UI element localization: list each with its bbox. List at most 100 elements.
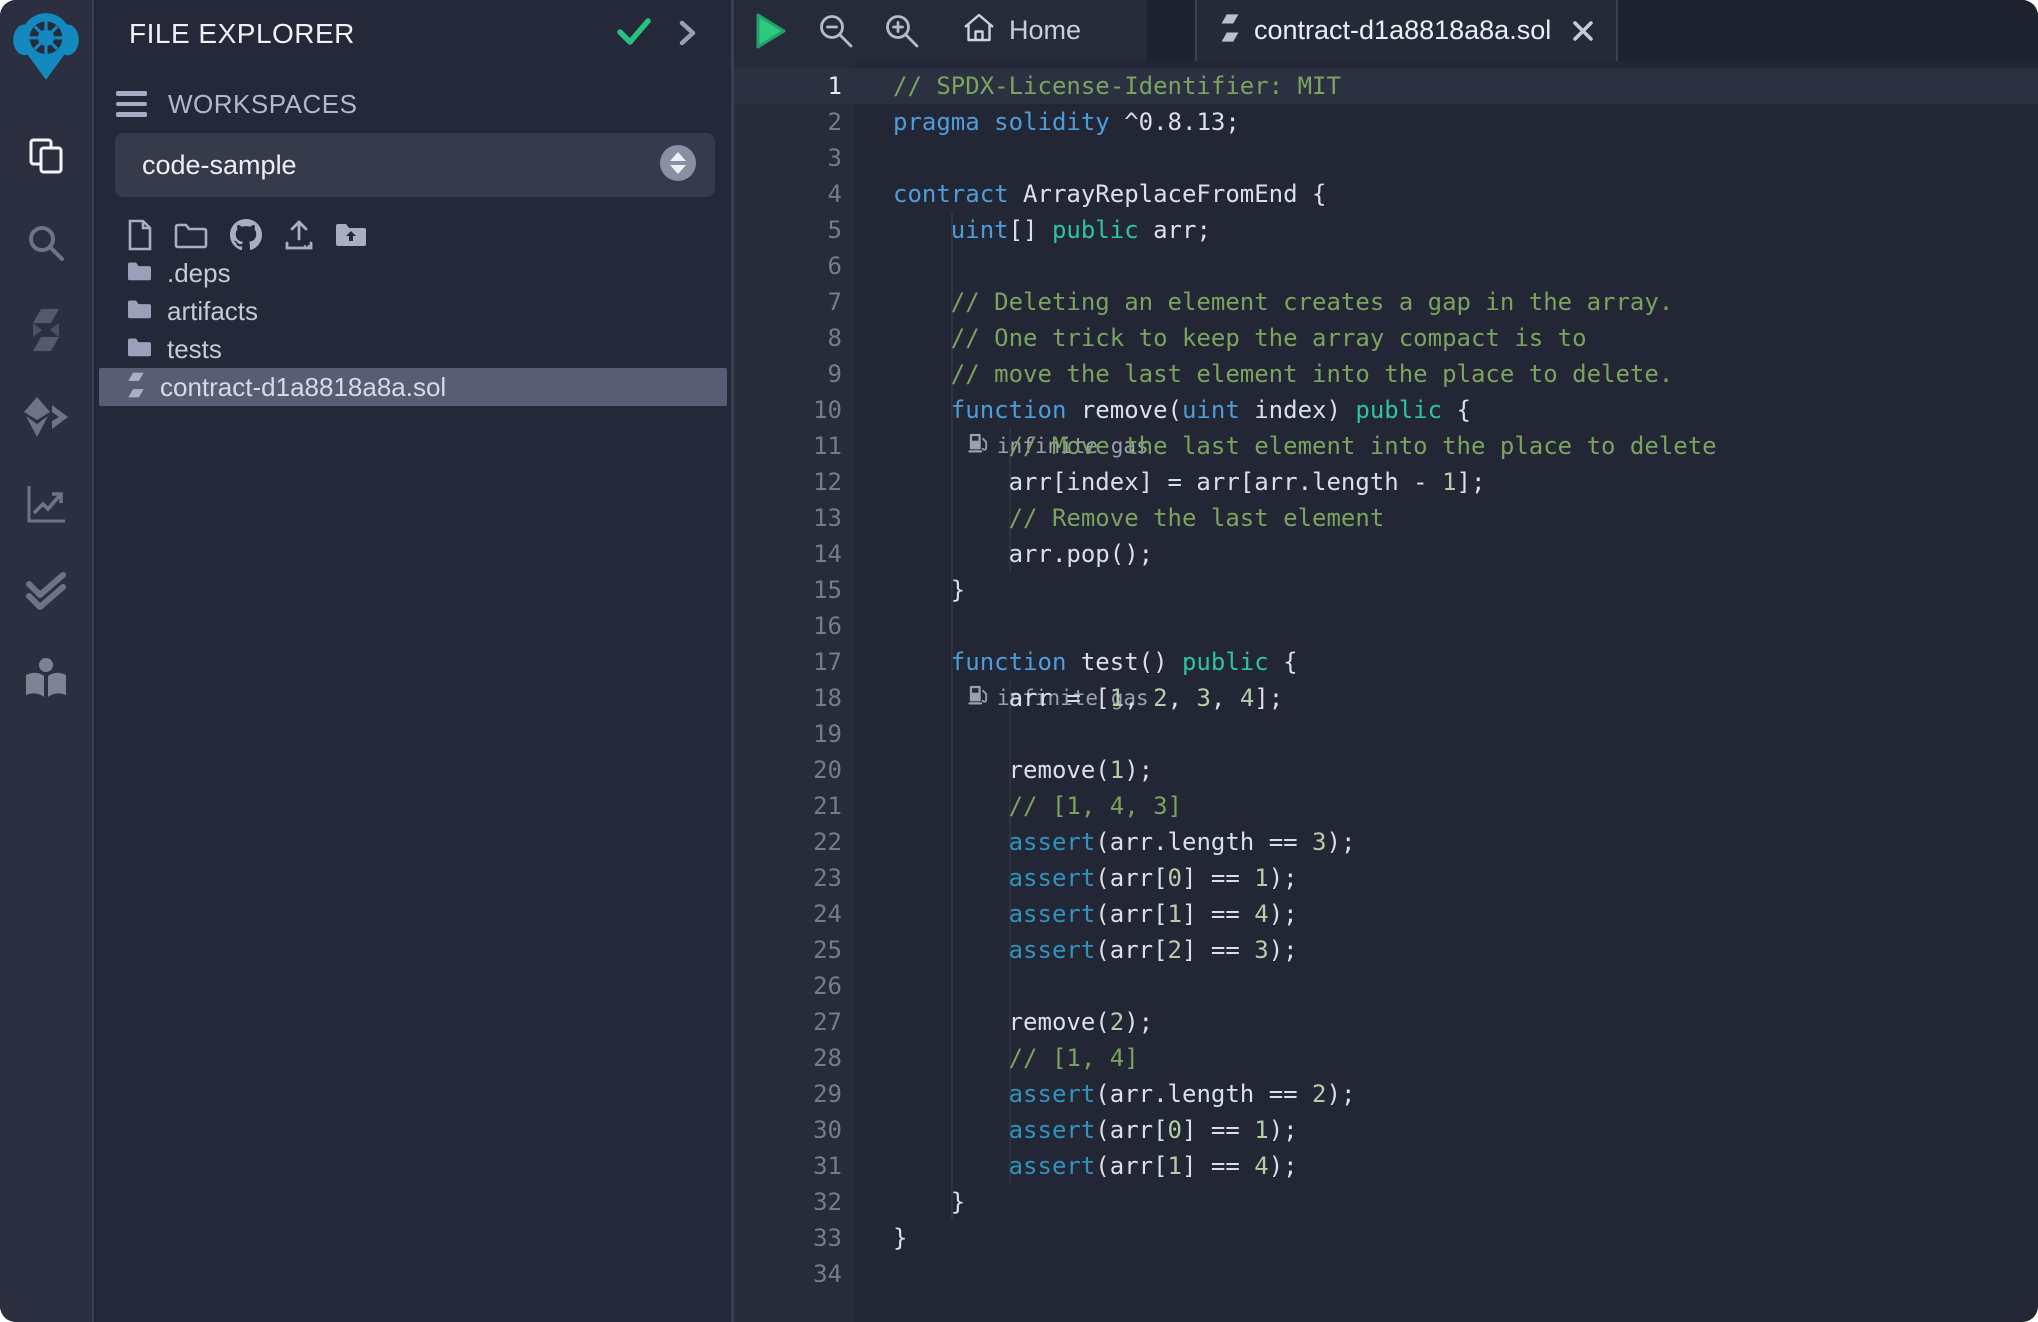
file-row-selected[interactable]: contract-d1a8818a8a.sol [99, 368, 727, 406]
sidebar-item-deploy-and-run[interactable] [0, 390, 93, 448]
line-number: 7 [734, 284, 855, 320]
ethereum-deploy-icon [24, 397, 68, 442]
code-line[interactable]: 5 uint[] public arr; [734, 212, 2038, 248]
code-line[interactable]: 12 arr[index] = arr[arr.length - 1]; [734, 464, 2038, 500]
github-clone-icon[interactable] [229, 218, 263, 256]
code-editor[interactable]: 1// SPDX-License-Identifier: MIT2pragma … [734, 61, 2038, 1322]
code-line-text [855, 716, 893, 752]
code-line-text: assert(arr[1] == 4); [855, 1148, 1298, 1184]
code-line-text: // SPDX-License-Identifier: MIT [855, 68, 1341, 104]
code-line-text: contract ArrayReplaceFromEnd { [855, 176, 1326, 212]
sidebar-item-search[interactable] [0, 216, 93, 274]
code-line[interactable]: 27 remove(2); [734, 1004, 2038, 1040]
folder-row[interactable]: .deps [96, 254, 731, 292]
panel-title: FILE EXPLORER [129, 18, 355, 50]
workspaces-menu-icon[interactable] [116, 91, 147, 117]
code-line[interactable]: 11 // Move the last element into the pla… [734, 428, 2038, 464]
line-number: 8 [734, 320, 855, 356]
code-line-text [855, 608, 893, 644]
solidity-file-icon [1219, 13, 1241, 48]
select-toggle-icon [659, 144, 697, 187]
code-line[interactable]: 30 assert(arr[0] == 1); [734, 1112, 2038, 1148]
code-line[interactable]: 2pragma solidity ^0.8.13; [734, 104, 2038, 140]
code-line-text: // move the last element into the place … [855, 356, 1673, 392]
remix-ide-window: FILE EXPLORER WORKSPACES code-sample [0, 0, 2038, 1322]
code-line-text: // Remove the last element [855, 500, 1384, 536]
code-line[interactable]: 16 [734, 608, 2038, 644]
code-line[interactable]: 28 // [1, 4] [734, 1040, 2038, 1076]
code-line[interactable]: 6 [734, 248, 2038, 284]
create-file-icon[interactable] [127, 219, 153, 256]
line-number: 13 [734, 500, 855, 536]
zoom-in-button[interactable] [884, 13, 920, 49]
code-line[interactable]: 10 function remove(uint index) public { … [734, 392, 2038, 428]
code-line[interactable]: 3 [734, 140, 2038, 176]
code-line-text: } [855, 1184, 965, 1220]
sidebar-item-file-explorer[interactable] [0, 129, 93, 187]
code-line[interactable]: 19 [734, 716, 2038, 752]
sidebar-item-solidity-unit-testing[interactable] [0, 564, 93, 622]
line-number: 18 [734, 680, 855, 716]
line-number: 10 [734, 392, 855, 428]
code-line[interactable]: 4contract ArrayReplaceFromEnd { [734, 176, 2038, 212]
line-number: 34 [734, 1256, 855, 1292]
active-tab-label: contract-d1a8818a8a.sol [1254, 15, 1551, 46]
line-number: 31 [734, 1148, 855, 1184]
code-line[interactable]: 26 [734, 968, 2038, 1004]
code-line[interactable]: 14 arr.pop(); [734, 536, 2038, 572]
book-reader-icon [24, 658, 68, 703]
workspace-select[interactable]: code-sample [115, 133, 715, 197]
upload-folder-icon[interactable] [335, 221, 367, 253]
remix-logo-icon[interactable] [13, 6, 79, 93]
upload-file-icon[interactable] [284, 219, 314, 256]
sidebar-item-solidity-compiler[interactable] [0, 303, 93, 361]
folder-row[interactable]: artifacts [96, 292, 731, 330]
code-line[interactable]: 8 // One trick to keep the array compact… [734, 320, 2038, 356]
code-line[interactable]: 13 // Remove the last element [734, 500, 2038, 536]
code-line[interactable]: 9 // move the last element into the plac… [734, 356, 2038, 392]
code-line[interactable]: 25 assert(arr[2] == 3); [734, 932, 2038, 968]
close-tab-icon[interactable] [1572, 20, 1594, 42]
code-line[interactable]: 29 assert(arr.length == 2); [734, 1076, 2038, 1112]
code-line[interactable]: 17 function test() public { infinite gas [734, 644, 2038, 680]
code-line[interactable]: 21 // [1, 4, 3] [734, 788, 2038, 824]
create-folder-icon[interactable] [174, 221, 208, 254]
code-line[interactable]: 31 assert(arr[1] == 4); [734, 1148, 2038, 1184]
code-line[interactable]: 33} [734, 1220, 2038, 1256]
sidebar-item-solidity-analyzers[interactable] [0, 477, 93, 535]
line-number: 1 [734, 68, 855, 104]
code-line[interactable]: 1// SPDX-License-Identifier: MIT [734, 68, 2038, 104]
code-line-text: function remove(uint index) public { inf… [855, 392, 1471, 428]
code-line-text: remove(1); [855, 752, 1153, 788]
editor-area: Home contract-d1a8818a8a.sol [734, 0, 2038, 1322]
run-script-button[interactable] [754, 12, 788, 50]
sidebar-item-learneth-tutorials[interactable] [0, 651, 93, 709]
code-line[interactable]: 15 } [734, 572, 2038, 608]
double-check-icon [24, 572, 68, 615]
line-number: 27 [734, 1004, 855, 1040]
line-number: 23 [734, 860, 855, 896]
code-line[interactable]: 7 // Deleting an element creates a gap i… [734, 284, 2038, 320]
chart-icon [26, 484, 66, 529]
tab-home[interactable]: Home [962, 12, 1081, 50]
line-number: 29 [734, 1076, 855, 1112]
code-line-text: // One trick to keep the array compact i… [855, 320, 1587, 356]
editor-toolbar: Home [734, 0, 1147, 61]
code-line-text: // Move the last element into the place … [855, 428, 1717, 464]
code-line[interactable]: 22 assert(arr.length == 3); [734, 824, 2038, 860]
accept-check-icon[interactable] [617, 18, 651, 51]
code-line[interactable]: 18 arr = [1, 2, 3, 4]; [734, 680, 2038, 716]
chevron-right-icon[interactable] [679, 19, 697, 52]
code-line-text: } [855, 572, 965, 608]
code-line[interactable]: 20 remove(1); [734, 752, 2038, 788]
code-line[interactable]: 32 } [734, 1184, 2038, 1220]
code-line-text: assert(arr[0] == 1); [855, 1112, 1298, 1148]
code-line-text: } [855, 1220, 907, 1256]
code-line[interactable]: 34 [734, 1256, 2038, 1292]
folder-row[interactable]: tests [96, 330, 731, 368]
line-number: 26 [734, 968, 855, 1004]
tab-contract-file[interactable]: contract-d1a8818a8a.sol [1195, 0, 1618, 61]
code-line[interactable]: 24 assert(arr[1] == 4); [734, 896, 2038, 932]
code-line[interactable]: 23 assert(arr[0] == 1); [734, 860, 2038, 896]
zoom-out-button[interactable] [818, 13, 854, 49]
